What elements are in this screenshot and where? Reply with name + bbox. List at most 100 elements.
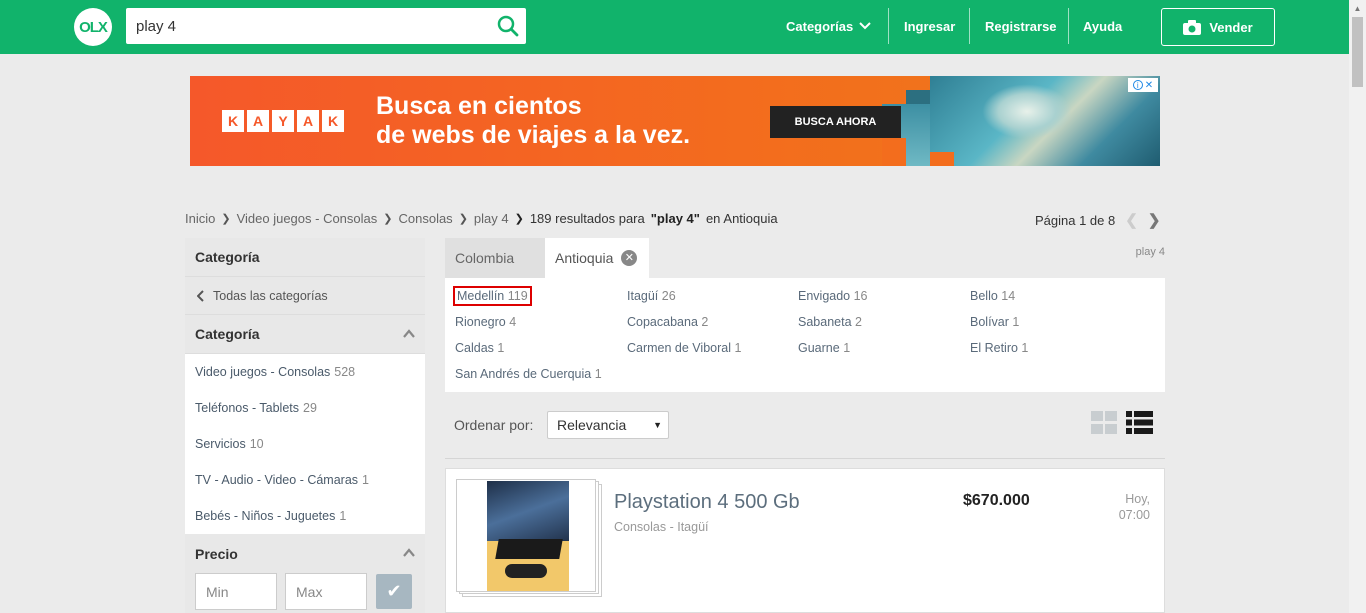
category-item[interactable]: Video juegos - Consolas 528 <box>185 354 425 390</box>
chevron-right-icon: ❯ <box>383 213 393 225</box>
breadcrumb-link[interactable]: Video juegos - Consolas <box>237 211 378 226</box>
category-item[interactable]: TV - Audio - Video - Cámaras 1 <box>185 462 425 498</box>
listing-price: $670.000 <box>963 492 1030 509</box>
city-name: Itagüí <box>627 289 659 303</box>
nav-categorias[interactable]: Categorías <box>786 8 872 44</box>
city-count: 1 <box>594 367 602 381</box>
city-count: 1 <box>734 341 742 355</box>
category-filter-header[interactable]: Categoría <box>185 315 425 354</box>
ps4-photo <box>487 481 569 591</box>
breadcrumb-link[interactable]: play 4 <box>474 211 509 226</box>
nav-divider <box>969 8 970 44</box>
scroll-thumb[interactable] <box>1352 17 1363 87</box>
city-count: 1 <box>843 341 851 355</box>
sort-selected-value: Relevancia <box>557 417 627 433</box>
kayak-letter: K <box>322 110 344 132</box>
ad-line-1: Busca en cientos <box>376 92 582 120</box>
pagination: Página 1 de 8 ❮ ❯ <box>1035 211 1160 229</box>
search-icon[interactable] <box>496 14 520 38</box>
kayak-letter: K <box>222 110 244 132</box>
listing-card[interactable]: Playstation 4 500 Gb Consolas - Itagüí $… <box>445 468 1165 613</box>
nav-divider <box>888 8 889 44</box>
city-link[interactable]: Caldas 1 <box>455 341 504 355</box>
city-link-medellin[interactable]: Medellín 119 <box>453 286 532 306</box>
nav-divider <box>1068 8 1069 44</box>
city-count: 4 <box>509 315 517 329</box>
nav-ayuda[interactable]: Ayuda <box>1083 8 1122 44</box>
city-name: Caldas <box>455 341 494 355</box>
page-scrollbar[interactable]: ▲ <box>1349 0 1366 613</box>
chevron-up-icon[interactable] <box>403 328 415 340</box>
city-link[interactable]: Bello 14 <box>970 289 1015 303</box>
listing-title[interactable]: Playstation 4 500 Gb <box>614 491 800 514</box>
ad-line-2: de webs de viajes a la vez. <box>376 121 691 149</box>
sort-select[interactable]: Relevancia ▼ <box>547 411 669 439</box>
city-link[interactable]: Itagüí 26 <box>627 289 676 303</box>
kayak-letter: Y <box>272 110 294 132</box>
chevron-right-icon: ❯ <box>221 213 231 225</box>
city-link[interactable]: Bolívar 1 <box>970 315 1019 329</box>
category-label: TV - Audio - Video - Cámaras <box>195 473 359 487</box>
price-apply-button[interactable]: ✔ <box>376 574 412 609</box>
next-page-icon[interactable]: ❯ <box>1148 211 1161 229</box>
listing-thumbnail[interactable] <box>456 479 596 592</box>
city-link[interactable]: Carmen de Viboral 1 <box>627 341 741 355</box>
category-item[interactable]: Teléfonos - Tablets 29 <box>185 390 425 426</box>
remove-location-icon[interactable]: ✕ <box>621 250 638 266</box>
nav-ingresar[interactable]: Ingresar <box>904 8 955 44</box>
filters-sidebar: Categoría Todas las categorías Categoría… <box>185 238 425 613</box>
city-count: 1 <box>1012 315 1020 329</box>
city-count: 16 <box>853 289 868 303</box>
chevron-up-icon[interactable] <box>403 547 415 559</box>
price-min-input[interactable]: Min <box>195 573 277 610</box>
search-input[interactable] <box>126 8 486 44</box>
category-count: 528 <box>334 365 356 379</box>
grid-view-icon[interactable] <box>1091 411 1117 434</box>
category-filter-title: Categoría <box>195 326 260 342</box>
city-count: 14 <box>1001 289 1016 303</box>
prev-page-icon[interactable]: ❮ <box>1125 211 1138 229</box>
ad-close-icon[interactable]: i ✕ <box>1128 78 1158 92</box>
category-item[interactable]: Servicios 10 <box>185 426 425 462</box>
category-item[interactable]: Bebés - Niños - Juguetes 1 <box>185 498 425 534</box>
city-link[interactable]: Guarne 1 <box>798 341 850 355</box>
city-count: 1 <box>497 341 505 355</box>
city-link[interactable]: El Retiro 1 <box>970 341 1028 355</box>
check-icon: ✔ <box>386 581 402 601</box>
ad-headline: Busca en cientos de webs de viajes a la … <box>376 92 690 150</box>
top-header: OLX Categorías Ingresar Registrarse Ayud… <box>0 0 1349 54</box>
ad-photo <box>882 76 1160 166</box>
city-name: Medellín <box>457 289 505 303</box>
listing-date: Hoy, 07:00 <box>1119 491 1150 523</box>
vender-button[interactable]: Vender <box>1161 8 1275 46</box>
breadcrumb-link[interactable]: Inicio <box>185 211 215 226</box>
city-link[interactable]: Copacabana 2 <box>627 315 708 329</box>
tab-antioquia[interactable]: Antioquia ✕ <box>545 238 649 278</box>
city-link[interactable]: Rionegro 4 <box>455 315 516 329</box>
breadcrumb-link[interactable]: Consolas <box>398 211 452 226</box>
vender-label: Vender <box>1209 19 1253 35</box>
scroll-up-arrow-icon[interactable]: ▲ <box>1349 0 1366 17</box>
listing-date-day: Hoy, <box>1125 492 1150 506</box>
price-filter-header[interactable]: Precio <box>185 534 425 573</box>
city-link[interactable]: Sabaneta 2 <box>798 315 862 329</box>
city-name: Envigado <box>798 289 851 303</box>
listing-thumbnail-stack[interactable] <box>456 479 602 597</box>
ad-cta-button[interactable]: BUSCA AHORA <box>770 106 901 138</box>
all-categories-link[interactable]: Todas las categorías <box>185 277 425 315</box>
category-count: 29 <box>303 401 317 415</box>
city-link[interactable]: San Andrés de Cuerquia 1 <box>455 367 602 381</box>
listing-date-time: 07:00 <box>1118 508 1150 522</box>
nav-categorias-label: Categorías <box>786 18 854 34</box>
price-inputs: Min Max ✔ <box>185 573 425 613</box>
nav-registrarse[interactable]: Registrarse <box>985 8 1057 44</box>
olx-logo[interactable]: OLX <box>74 8 112 46</box>
kayak-ad-banner[interactable]: K A Y A K Busca en cientos de webs de vi… <box>190 76 1160 166</box>
category-label: Video juegos - Consolas <box>195 365 331 379</box>
chevron-down-icon <box>859 22 871 30</box>
search-box[interactable] <box>126 8 526 44</box>
list-view-icon[interactable] <box>1126 411 1153 434</box>
price-max-input[interactable]: Max <box>285 573 367 610</box>
city-list: Medellín 119 Itagüí 26 Envigado 16 Bello… <box>445 278 1165 392</box>
city-link[interactable]: Envigado 16 <box>798 289 868 303</box>
